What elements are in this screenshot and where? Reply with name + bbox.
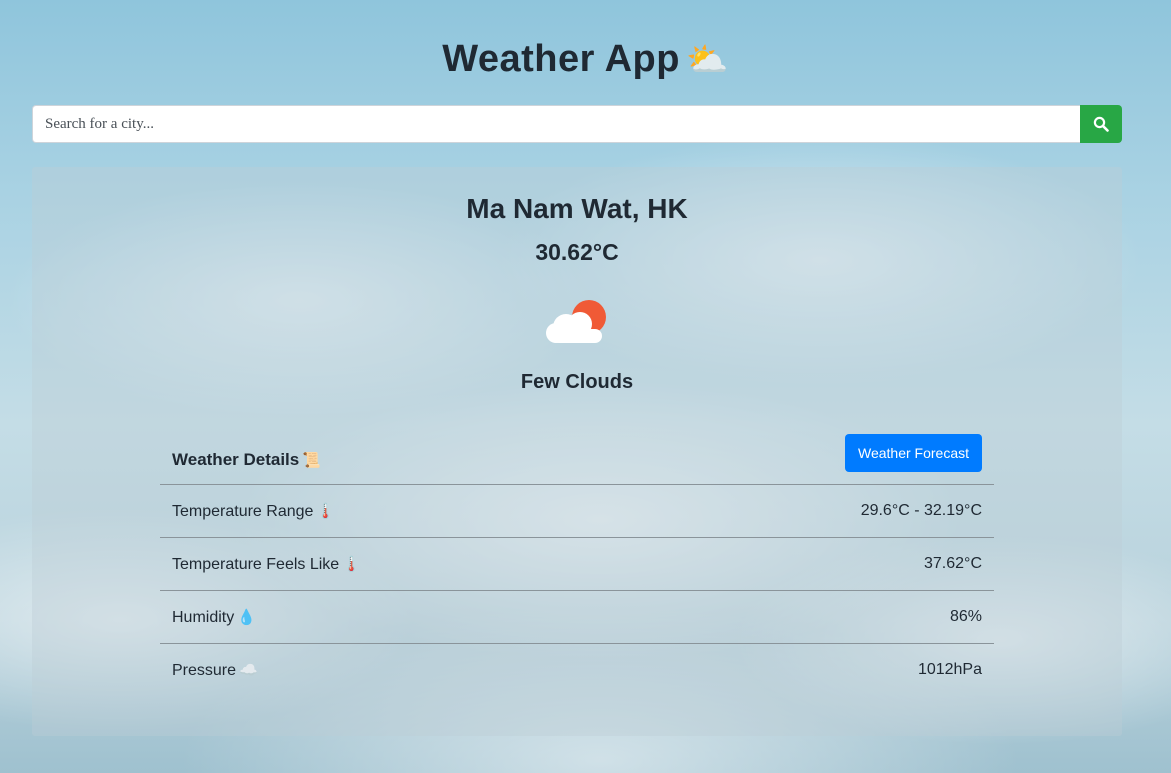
search-input[interactable] xyxy=(32,105,1080,143)
sun-behind-cloud-icon: ⛅ xyxy=(685,41,729,79)
temperature-range-label: Temperature Range xyxy=(172,503,314,520)
pressure-label: Pressure xyxy=(172,662,237,679)
table-row: Temperature Feels Like 🌡️ 37.62°C xyxy=(160,538,994,591)
search-bar xyxy=(32,105,1122,143)
weather-condition: Few Clouds xyxy=(520,371,634,393)
humidity-label: Humidity xyxy=(172,609,235,626)
table-row: Humidity 💧 86% xyxy=(160,591,994,644)
thermometer-icon: 🌡️ xyxy=(342,556,361,573)
temperature-range-value: 29.6°C - 32.19°C xyxy=(860,502,982,519)
feels-like-value: 37.62°C xyxy=(924,555,982,572)
feels-like-label: Temperature Feels Like xyxy=(172,556,340,573)
cloud-icon: ☁️ xyxy=(239,662,258,679)
table-row: Temperature Range 🌡️ 29.6°C - 32.19°C xyxy=(160,485,994,538)
details-header: Weather Details 📜 Weather Forecast xyxy=(160,431,994,485)
app-title-text: Weather App xyxy=(442,38,680,80)
row-label: Humidity 💧 xyxy=(172,608,256,627)
few-clouds-icon xyxy=(546,300,606,343)
table-row: Pressure ☁️ 1012hPa xyxy=(160,644,994,696)
pressure-value: 1012hPa xyxy=(917,661,982,678)
row-label: Pressure ☁️ xyxy=(172,661,258,680)
search-icon xyxy=(1093,116,1109,132)
current-temperature: 30.62°C xyxy=(535,239,619,265)
city-name: Ma Nam Wat, HK xyxy=(466,193,688,224)
humidity-value: 86% xyxy=(949,608,982,625)
droplet-icon: 💧 xyxy=(237,609,256,626)
details-title-text: Weather Details xyxy=(172,450,300,469)
row-label: Temperature Feels Like 🌡️ xyxy=(172,555,361,574)
weather-details-table: Weather Details 📜 Weather Forecast Temper… xyxy=(160,431,994,696)
details-title: Weather Details 📜 xyxy=(172,450,321,470)
weather-card: Ma Nam Wat, HK 30.62°C Few Clouds Weathe… xyxy=(32,167,1122,736)
search-button[interactable] xyxy=(1080,105,1122,143)
app-title: Weather App ⛅ xyxy=(0,38,1171,81)
weather-forecast-button[interactable]: Weather Forecast xyxy=(844,434,982,472)
thermometer-icon: 🌡️ xyxy=(316,503,336,520)
scroll-icon: 📜 xyxy=(302,452,321,469)
row-label: Temperature Range 🌡️ xyxy=(172,502,335,521)
